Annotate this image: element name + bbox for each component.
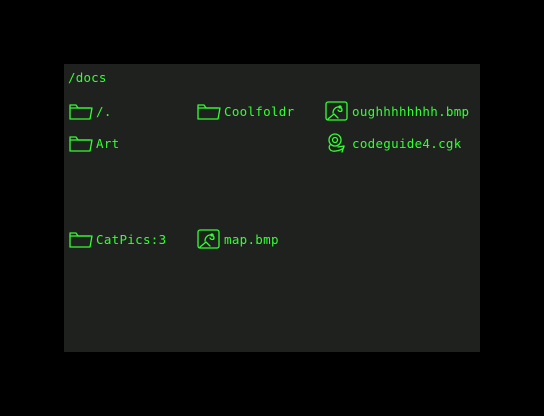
- folder-icon: [196, 100, 223, 122]
- item-label: /.: [96, 103, 112, 119]
- item-label: oughhhhhhhh.bmp: [352, 103, 470, 119]
- file-item-codeguide4-cgk[interactable]: codeguide4.cgk: [324, 132, 462, 154]
- item-label: codeguide4.cgk: [352, 135, 462, 151]
- folder-item-art[interactable]: Art: [68, 132, 119, 154]
- folder-item-catpics[interactable]: CatPics:3: [68, 228, 166, 250]
- item-label: Coolfoldr: [224, 103, 295, 119]
- current-path: /docs: [68, 70, 107, 85]
- item-label: map.bmp: [224, 231, 279, 247]
- image-file-icon: [196, 228, 223, 250]
- folder-icon: [68, 132, 95, 154]
- folder-item-coolfoldr[interactable]: Coolfoldr: [196, 100, 294, 122]
- file-item-map-bmp[interactable]: map.bmp: [196, 228, 279, 250]
- code-guide-icon: [324, 132, 351, 154]
- file-item-oughhhhhhhh-bmp[interactable]: oughhhhhhhh.bmp: [324, 100, 469, 122]
- image-file-icon: [324, 100, 351, 122]
- item-label: CatPics:3: [96, 231, 167, 247]
- folder-icon: [68, 100, 95, 122]
- item-label: Art: [96, 135, 120, 151]
- folder-item-parent[interactable]: /.: [68, 100, 112, 122]
- folder-icon: [68, 228, 95, 250]
- file-browser-window: /docs /. Coolfoldr oughhhhhhhh.bmp Art c…: [64, 64, 480, 352]
